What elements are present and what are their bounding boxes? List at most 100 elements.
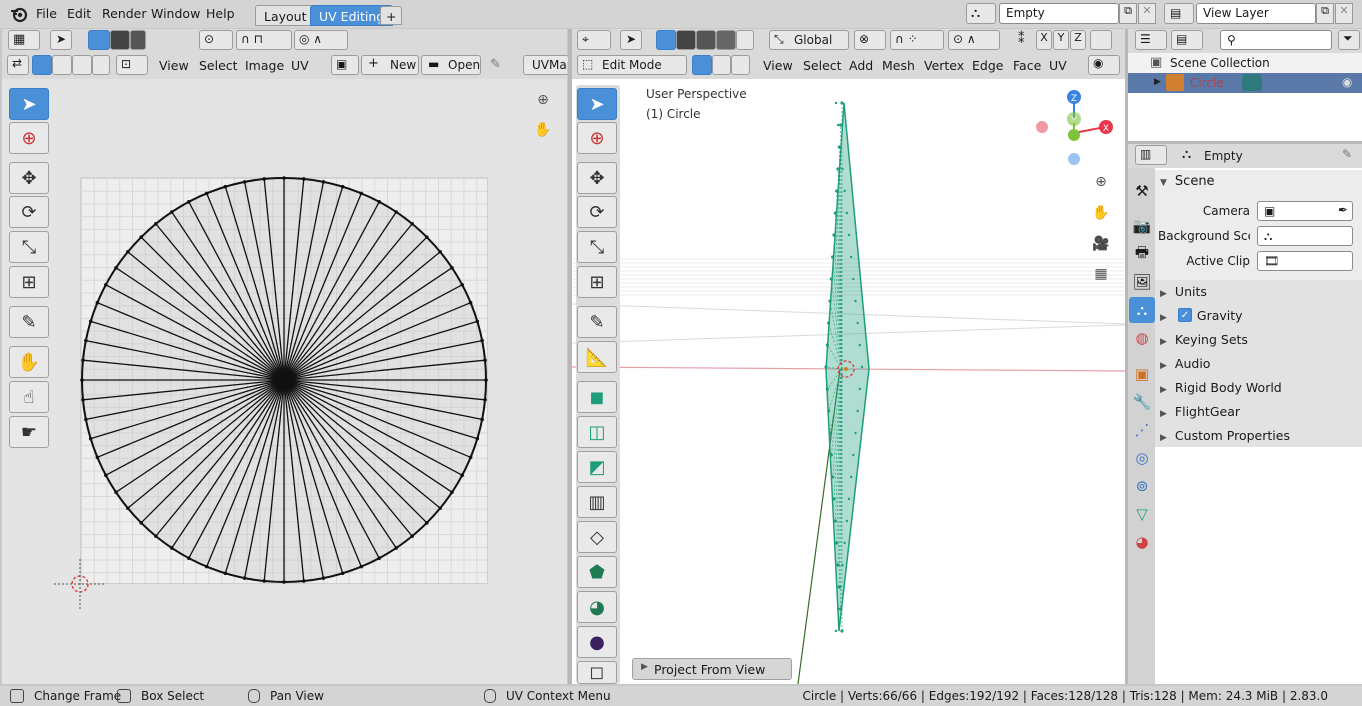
panel-gravity[interactable]: ▶ ✓ Gravity (1160, 308, 1243, 323)
scene-panel-header[interactable]: ▼ Scene (1160, 174, 1215, 189)
modifier-properties-icon[interactable]: 🔧 (1129, 389, 1155, 415)
gravity-checkbox[interactable]: ✓ (1178, 308, 1192, 322)
panel-audio[interactable]: ▶ Audio (1160, 356, 1210, 371)
pin-icon[interactable]: ✎ (1342, 147, 1352, 161)
pan-view-hand-icon[interactable]: ✋ (532, 119, 554, 141)
copy-view-layer-icon[interactable]: ⧉ (1316, 3, 1334, 24)
material-properties-icon[interactable]: ◕ (1129, 529, 1155, 555)
output-properties-icon[interactable]: 🖶 (1129, 241, 1155, 267)
tool-bevel[interactable]: ◩ (577, 451, 617, 483)
vertex-select-mode-button[interactable] (692, 55, 712, 75)
tool-rotate[interactable]: ⟳ (577, 196, 617, 228)
background-scene-field[interactable]: ⛬ (1257, 226, 1353, 246)
active-clip-field[interactable]: 🎞 (1257, 251, 1353, 271)
camera-view-icon[interactable]: 🎥 (1090, 233, 1112, 255)
orientation-dropdown[interactable]: ⤡ Global (769, 30, 849, 50)
viewport-menu-view[interactable]: View (763, 58, 793, 73)
tool-inset[interactable]: ◫ (577, 416, 617, 448)
tool-spin[interactable]: ◕ (577, 591, 617, 623)
tool-knife[interactable]: ◇ (577, 521, 617, 553)
panel-rigid-body-world[interactable]: ▶ Rigid Body World (1160, 380, 1282, 395)
zoom-icon[interactable]: ⊕ (1090, 171, 1112, 193)
tool-relax[interactable]: ☝ (9, 381, 49, 413)
viewport-visibility-button[interactable]: ◉ (1088, 55, 1120, 75)
tool-poly-build[interactable]: ⬟ (577, 556, 617, 588)
viewport-menu-vertex[interactable]: Vertex (924, 58, 964, 73)
panel-units[interactable]: ▶ Units (1160, 284, 1207, 299)
mode-dropdown[interactable]: ⬚ Edit Mode (577, 55, 687, 75)
add-workspace-button[interactable]: + (380, 6, 403, 25)
menu-edit[interactable]: Edit (67, 6, 91, 21)
object-properties-icon[interactable]: ▣ (1129, 361, 1155, 387)
zoom-view-icon[interactable]: ⊕ (532, 89, 554, 111)
tool-settings-icon[interactable]: ⚒ (1129, 178, 1155, 204)
panel-keying-sets[interactable]: ▶ Keying Sets (1160, 332, 1248, 347)
last-operator-panel[interactable]: ▶ Project From View (632, 658, 792, 680)
delete-view-layer-icon[interactable]: ✕ (1335, 3, 1353, 24)
view-layer-selector-button[interactable]: ▤ (1164, 3, 1194, 24)
delete-scene-icon[interactable]: ✕ (1138, 3, 1156, 24)
viewport-pivot-button[interactable]: ⊗ (854, 30, 886, 50)
ortho-grid-icon[interactable]: ▦ (1090, 263, 1112, 285)
visibility-eye-icon[interactable]: ◉ (1342, 75, 1352, 89)
properties-editor-type-button[interactable]: ▥ (1135, 145, 1167, 165)
viewport-select-new-button[interactable] (656, 30, 676, 50)
tool-annotate[interactable]: ✎ (577, 306, 617, 338)
tool-rotate[interactable]: ⟳ (9, 196, 49, 228)
tool-measure[interactable]: 📐 (577, 341, 617, 373)
face-select-mode-button[interactable] (731, 55, 750, 75)
menu-file[interactable]: File (36, 6, 57, 21)
panel-flightgear[interactable]: ▶ FlightGear (1160, 404, 1240, 419)
scene-properties-icon[interactable]: ⛬ (1129, 297, 1155, 323)
viewport-menu-add[interactable]: Add (849, 58, 873, 73)
viewport-3d-scene[interactable] (572, 79, 1125, 684)
menu-window[interactable]: Window (151, 6, 200, 21)
viewport-select-extend-button[interactable] (676, 30, 696, 50)
viewport-menu-select[interactable]: Select (803, 58, 842, 73)
view-layer-properties-icon[interactable]: 🖼 (1129, 269, 1155, 295)
tool-extrude[interactable]: ◼ (577, 381, 617, 413)
world-properties-icon[interactable]: ◍ (1129, 325, 1155, 351)
navigation-gizmo[interactable]: Z X Y (1032, 87, 1118, 169)
tool-cursor[interactable]: ⊕ (9, 122, 49, 154)
physics-properties-icon[interactable]: ◎ (1129, 445, 1155, 471)
mirror-y-button[interactable]: Y (1053, 30, 1069, 50)
viewport-select-and-button[interactable] (736, 30, 754, 50)
tool-transform[interactable]: ⊞ (577, 266, 617, 298)
display-mode-button[interactable]: ▤ (1171, 30, 1203, 50)
tool-grab[interactable]: ✋ (9, 346, 49, 378)
tool-cursor[interactable]: ⊕ (577, 122, 617, 154)
tool-move[interactable]: ✥ (577, 162, 617, 194)
outliner-editor-type-button[interactable]: ☰ (1135, 30, 1167, 50)
mirror-z-button[interactable]: Z (1070, 30, 1086, 50)
view-layer-field[interactable]: View Layer (1196, 3, 1316, 24)
viewport-select-mode-button[interactable]: ➤ (620, 30, 642, 50)
eyedropper-icon[interactable]: ✒ (1338, 203, 1348, 217)
menu-render[interactable]: Render (102, 6, 147, 21)
viewport-snap-button[interactable]: ∩ ⁘ (890, 30, 944, 50)
tool-annotate[interactable]: ✎ (9, 306, 49, 338)
tool-shrink[interactable]: ◻ (577, 661, 617, 684)
blender-logo-icon[interactable] (10, 5, 28, 23)
scene-selector-button[interactable]: ⛬ (966, 3, 996, 24)
viewport-menu-mesh[interactable]: Mesh (882, 58, 915, 73)
tool-select-box[interactable]: ➤ (9, 88, 49, 120)
tab-layout[interactable]: Layout (255, 5, 316, 26)
mirror-icon[interactable]: ⁑ (1018, 32, 1025, 47)
mirror-x-button[interactable]: X (1036, 30, 1052, 50)
copy-scene-icon[interactable]: ⧉ (1119, 3, 1137, 24)
uv-2d-cursor-icon[interactable] (54, 559, 110, 609)
viewport-select-invert-button[interactable] (716, 30, 736, 50)
viewport-options-button[interactable] (1090, 30, 1112, 50)
tool-loop-cut[interactable]: ▥ (577, 486, 617, 518)
tool-scale[interactable]: ⤡ (577, 231, 617, 263)
camera-field[interactable]: ▣ ✒ (1257, 201, 1353, 221)
tool-transform[interactable]: ⊞ (9, 266, 49, 298)
outliner-item-row[interactable]: ▶ Circle ◉ (1128, 73, 1362, 93)
outliner-filter-button[interactable]: ⏷ (1338, 30, 1360, 50)
constraints-properties-icon[interactable]: ⊚ (1129, 473, 1155, 499)
panel-custom-properties[interactable]: ▶ Custom Properties (1160, 428, 1290, 443)
render-properties-icon[interactable]: 📷 (1129, 213, 1155, 239)
viewport-select-subtract-button[interactable] (696, 30, 716, 50)
viewport-editor-type-button[interactable]: ⌖ (577, 30, 611, 50)
